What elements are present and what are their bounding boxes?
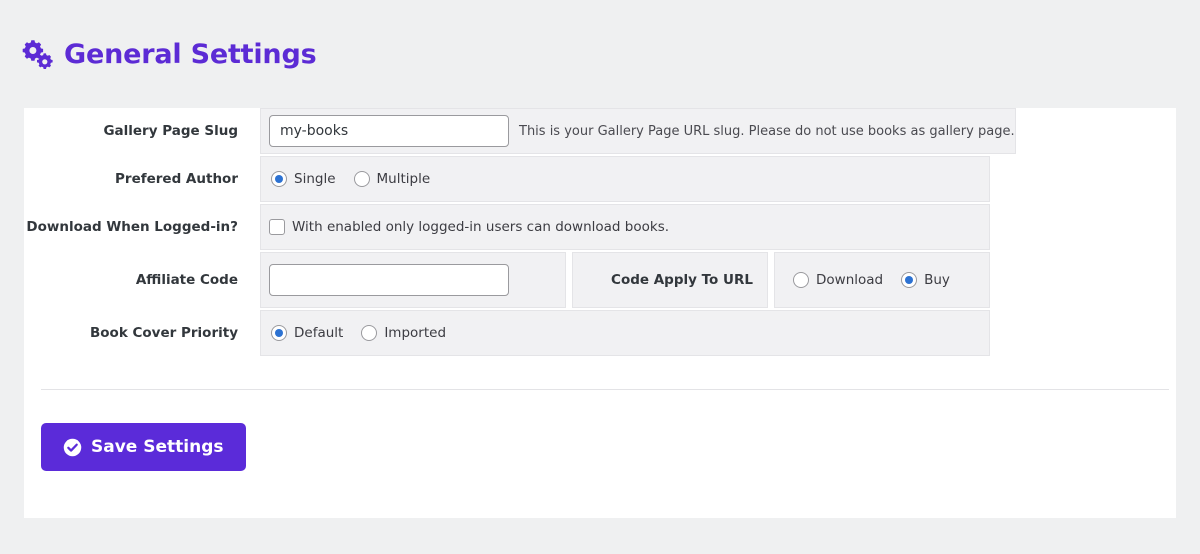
settings-form: Gallery Page Slug This is your Gallery P… xyxy=(24,108,1016,356)
radio-icon-default[interactable] xyxy=(271,325,287,341)
field-download-when-logged-in: With enabled only logged-in users can do… xyxy=(260,204,990,250)
radio-group-book-cover-priority: Default Imported xyxy=(269,325,446,341)
help-text-gallery-page-slug: This is your Gallery Page URL slug. Plea… xyxy=(519,123,1015,139)
field-code-apply-to-url: Download Buy xyxy=(774,252,990,308)
radio-icon-buy[interactable] xyxy=(901,272,918,288)
radio-icon-download[interactable] xyxy=(793,272,809,288)
save-settings-label: Save Settings xyxy=(91,437,224,457)
section-divider xyxy=(41,389,1169,390)
field-book-cover-priority: Default Imported xyxy=(260,310,990,356)
radio-option-default[interactable]: Default xyxy=(271,325,343,341)
label-prefered-author: Prefered Author xyxy=(24,156,260,202)
radio-label-multiple: Multiple xyxy=(376,171,431,187)
label-gallery-page-slug: Gallery Page Slug xyxy=(24,108,260,154)
radio-icon-single[interactable] xyxy=(271,171,287,187)
radio-label-download: Download xyxy=(816,272,884,288)
radio-option-download[interactable]: Download xyxy=(793,272,883,288)
radio-label-single: Single xyxy=(294,171,336,187)
label-book-cover-priority: Book Cover Priority xyxy=(24,310,260,356)
radio-label-default: Default xyxy=(294,325,344,341)
save-settings-button[interactable]: Save Settings xyxy=(41,423,246,471)
radio-label-buy: Buy xyxy=(924,272,950,288)
settings-card: Gallery Page Slug This is your Gallery P… xyxy=(24,108,1176,518)
page-title: General Settings xyxy=(64,38,317,70)
radio-group-code-apply-to-url: Download Buy xyxy=(791,272,950,288)
checkbox-label-download-when-logged-in: With enabled only logged-in users can do… xyxy=(292,219,670,235)
field-gallery-page-slug: This is your Gallery Page URL slug. Plea… xyxy=(260,108,1016,154)
form-row-download-when-logged-in: Download When Logged-in? With enabled on… xyxy=(24,204,990,250)
radio-label-imported: Imported xyxy=(384,325,447,341)
checkbox-icon-download-when-logged-in[interactable] xyxy=(269,219,285,235)
radio-option-multiple[interactable]: Multiple xyxy=(353,171,431,187)
checkbox-option-download-when-logged-in[interactable]: With enabled only logged-in users can do… xyxy=(269,219,669,235)
field-prefered-author: Single Multiple xyxy=(260,156,990,202)
check-circle-icon xyxy=(63,438,82,457)
radio-option-buy[interactable]: Buy xyxy=(901,272,950,288)
label-code-apply-to-url: Code Apply To URL xyxy=(572,252,768,308)
affiliate-code-input[interactable] xyxy=(269,264,509,296)
field-affiliate-code xyxy=(260,252,566,308)
form-footer: Save Settings xyxy=(41,423,246,471)
split-field-affiliate-code: Code Apply To URL Download Buy xyxy=(260,252,990,308)
gallery-page-slug-input[interactable] xyxy=(269,115,509,147)
gears-icon xyxy=(20,38,54,70)
radio-icon-multiple[interactable] xyxy=(353,171,370,187)
form-row-affiliate-code: Affiliate Code Code Apply To URL Downloa… xyxy=(24,252,990,308)
form-row-book-cover-priority: Book Cover Priority Default Imported xyxy=(24,310,990,356)
radio-option-single[interactable]: Single xyxy=(271,171,336,187)
radio-option-imported[interactable]: Imported xyxy=(361,325,446,341)
radio-group-prefered-author: Single Multiple xyxy=(269,171,430,187)
form-row-prefered-author: Prefered Author Single Multiple xyxy=(24,156,990,202)
label-affiliate-code: Affiliate Code xyxy=(24,252,260,308)
page-header: General Settings xyxy=(0,0,1200,84)
radio-icon-imported[interactable] xyxy=(361,325,378,341)
label-download-when-logged-in: Download When Logged-in? xyxy=(24,204,260,250)
form-row-gallery-page-slug: Gallery Page Slug This is your Gallery P… xyxy=(24,108,1016,154)
